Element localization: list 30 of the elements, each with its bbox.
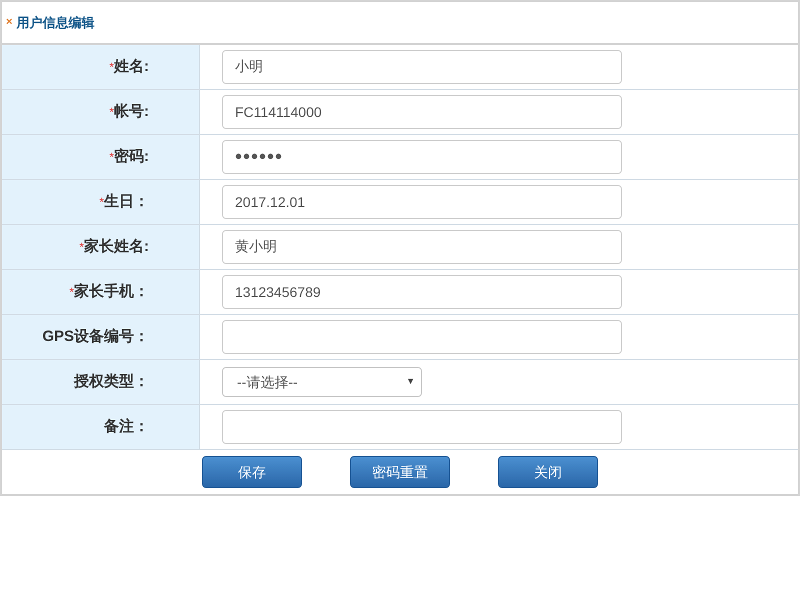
- required-mark: *: [109, 149, 114, 166]
- field-label: 备注：: [104, 416, 149, 437]
- required-mark: *: [109, 60, 114, 76]
- field-label: 帐号:: [114, 102, 149, 122]
- field-label: 姓名:: [114, 56, 149, 77]
- field-label: 家长手机：: [74, 282, 149, 302]
- dropdown-icon: ▼: [406, 375, 415, 389]
- field-label: 生日：: [104, 192, 149, 212]
- action-button[interactable]: 密码重置: [350, 456, 450, 488]
- form-title: 用户信息编辑: [16, 14, 94, 32]
- required-mark: *: [109, 104, 114, 121]
- input-field[interactable]: ••••••: [222, 140, 622, 174]
- input-field[interactable]: FC114114000: [222, 95, 622, 129]
- required-mark: *: [69, 284, 74, 301]
- input-field[interactable]: [222, 320, 622, 354]
- input-field[interactable]: 13123456789: [222, 275, 622, 309]
- action-button[interactable]: 保存: [202, 456, 302, 488]
- field-label: 密码:: [114, 146, 149, 167]
- field-label: 授权类型：: [74, 372, 149, 392]
- required-mark: *: [99, 195, 104, 211]
- action-button[interactable]: 关闭: [498, 456, 598, 488]
- type-select[interactable]: --请选择-- ▼: [222, 367, 422, 397]
- field-label: GPS设备编号：: [42, 326, 149, 347]
- close-icon: ×: [6, 14, 12, 31]
- field-label: 家长姓名:: [84, 236, 149, 257]
- input-field[interactable]: [222, 410, 622, 444]
- required-mark: *: [79, 239, 84, 256]
- input-field[interactable]: 小明: [222, 50, 622, 84]
- input-field[interactable]: 黄小明: [222, 230, 622, 264]
- input-field[interactable]: 2017.12.01: [222, 185, 622, 219]
